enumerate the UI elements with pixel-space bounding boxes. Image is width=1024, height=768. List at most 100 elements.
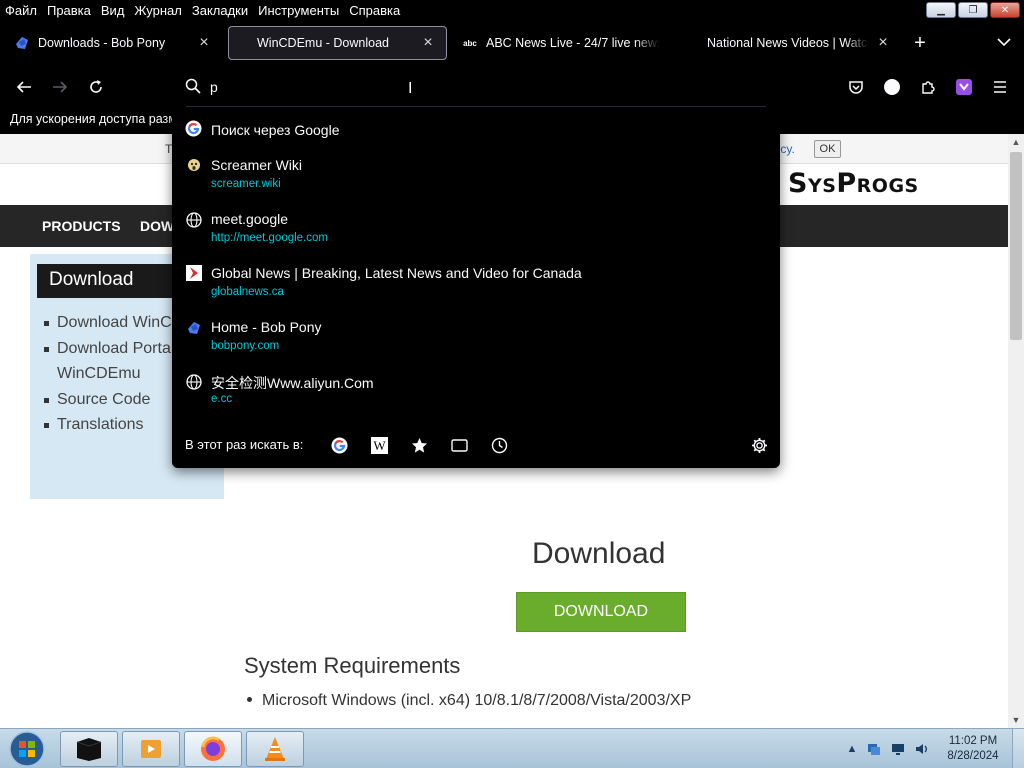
suggestion-row-global-news[interactable]: Global News | Breaking, Latest News and … bbox=[172, 260, 780, 306]
restore-icon: ❐ bbox=[968, 4, 978, 16]
tab-label: WinCDEmu - Download bbox=[257, 36, 389, 50]
bookmarks-icon[interactable] bbox=[410, 436, 428, 454]
suggestion-row-bob-pony[interactable]: Home - Bob Pony bobpony.com bbox=[172, 314, 780, 360]
window-controls: ▁ ❐ ✕ bbox=[926, 2, 1020, 18]
system-clock[interactable]: 11:02 PM 8/28/2024 bbox=[944, 734, 1002, 764]
taskbar-app-vlc[interactable] bbox=[246, 731, 304, 767]
menu-tools[interactable]: Инструменты bbox=[253, 3, 344, 18]
scrollbar-thumb[interactable] bbox=[1010, 152, 1022, 340]
suggestion-title: Global News | Breaking, Latest News and … bbox=[211, 265, 582, 281]
suggestion-title: meet.google bbox=[211, 211, 289, 227]
close-tab-icon[interactable]: × bbox=[875, 34, 891, 52]
download-heading: Download bbox=[532, 537, 666, 570]
bullet bbox=[247, 696, 252, 702]
google-icon[interactable] bbox=[330, 436, 348, 454]
system-requirements-heading: System Requirements bbox=[244, 653, 461, 678]
svg-text:W: W bbox=[373, 438, 386, 453]
tab-wincdemu-download[interactable]: WinCDEmu - Download × bbox=[228, 26, 447, 60]
url-suggestions-dropdown: Поиск через Google Screamer Wiki screame… bbox=[172, 104, 780, 468]
scroll-up-arrow-icon[interactable]: ▲ bbox=[1008, 134, 1024, 150]
pocket-button[interactable] bbox=[842, 74, 870, 100]
suggestion-url: http://meet.google.com bbox=[211, 232, 328, 244]
clock-date: 8/28/2024 bbox=[947, 750, 999, 762]
nav-downloads[interactable]: DOW bbox=[140, 218, 174, 234]
system-requirements-item: Microsoft Windows (incl. x64) 10/8.1/8/7… bbox=[244, 692, 691, 710]
suggestion-title: 安全检测Www.aliyun.Com bbox=[211, 375, 374, 391]
app-menu-button[interactable] bbox=[986, 74, 1014, 100]
taskbar: ▲ 11:02 PM 8/28/2024 bbox=[0, 728, 1024, 768]
taskbar-app-firefox[interactable] bbox=[184, 731, 242, 767]
firefox-icon bbox=[201, 736, 225, 761]
menu-help[interactable]: Справка bbox=[344, 3, 405, 18]
suggestion-row-meet-google[interactable]: meet.google http://meet.google.com bbox=[172, 206, 780, 252]
extension-shield-button[interactable] bbox=[950, 74, 978, 100]
reload-button[interactable] bbox=[82, 74, 110, 100]
suggestion-url: globalnews.ca bbox=[211, 286, 284, 298]
suggestion-row-aliyun[interactable]: 安全检测Www.aliyun.Com e.cc bbox=[172, 368, 780, 414]
minimize-button[interactable]: ▁ bbox=[926, 2, 956, 18]
system-tray: ▲ bbox=[844, 729, 944, 768]
tab-downloads-bobpony[interactable]: Downloads - Bob Pony × bbox=[4, 26, 222, 60]
taskbar-app-terminal[interactable] bbox=[60, 731, 118, 767]
tab-abc-news[interactable]: abc ABC News Live - 24/7 live news bbox=[452, 26, 670, 60]
menu-bookmarks[interactable]: Закладки bbox=[187, 3, 253, 18]
account-button[interactable] bbox=[878, 74, 906, 100]
tray-expand-icon[interactable]: ▲ bbox=[844, 741, 860, 757]
shield-icon bbox=[956, 79, 972, 95]
sysprogs-logo[interactable]: SysProgs bbox=[788, 168, 919, 199]
monitor-icon[interactable] bbox=[890, 741, 906, 757]
back-button[interactable] bbox=[10, 74, 38, 100]
sysreq-text: Microsoft Windows (incl. x64) 10/8.1/8/7… bbox=[262, 692, 692, 709]
tab-label: National News Videos | Watch N bbox=[707, 36, 869, 50]
settings-gear-icon[interactable] bbox=[750, 436, 768, 454]
terminal-icon bbox=[76, 738, 102, 761]
suggestion-row-search-google[interactable]: Поиск через Google bbox=[172, 114, 780, 144]
menu-view[interactable]: Вид bbox=[96, 3, 130, 18]
wikipedia-icon[interactable]: W bbox=[370, 436, 388, 454]
url-bar[interactable] bbox=[172, 70, 780, 104]
tab-label: ABC News Live - 24/7 live news bbox=[486, 36, 660, 50]
show-desktop-button[interactable] bbox=[1012, 729, 1024, 768]
notification-text: Для ускорения доступа разме bbox=[10, 112, 184, 126]
suggestion-title: Screamer Wiki bbox=[211, 157, 303, 173]
globe-icon bbox=[185, 211, 202, 228]
reload-icon bbox=[90, 80, 102, 93]
suggestion-title: Home - Bob Pony bbox=[211, 319, 322, 335]
search-icon bbox=[185, 78, 201, 94]
scroll-down-arrow-icon[interactable]: ▼ bbox=[1008, 712, 1024, 728]
extensions-button[interactable] bbox=[914, 74, 942, 100]
close-tab-icon[interactable]: × bbox=[420, 34, 436, 52]
restore-button[interactable]: ❐ bbox=[958, 2, 988, 18]
new-tab-button[interactable]: + bbox=[909, 30, 931, 56]
network-icon[interactable] bbox=[866, 741, 882, 757]
chevron-down-icon bbox=[997, 38, 1011, 47]
cookie-ok-button[interactable]: OK bbox=[814, 140, 841, 158]
page-scrollbar[interactable]: ▲ ▼ bbox=[1008, 134, 1024, 728]
download-button[interactable]: DOWNLOAD bbox=[516, 592, 686, 632]
history-icon[interactable] bbox=[490, 436, 508, 454]
taskbar-app-media[interactable] bbox=[122, 731, 180, 767]
hamburger-menu-icon bbox=[994, 81, 1006, 93]
bobpony-icon bbox=[185, 319, 202, 336]
forward-button[interactable] bbox=[46, 74, 74, 100]
account-icon bbox=[884, 79, 900, 95]
tabs-icon[interactable] bbox=[450, 436, 468, 454]
url-input[interactable] bbox=[210, 76, 750, 98]
menu-history[interactable]: Журнал bbox=[129, 3, 186, 18]
menu-edit[interactable]: Правка bbox=[42, 3, 96, 18]
nav-products[interactable]: PRODUCTS bbox=[42, 218, 121, 234]
globe-icon bbox=[185, 373, 202, 390]
volume-icon[interactable] bbox=[914, 741, 930, 757]
list-all-tabs-button[interactable] bbox=[992, 30, 1016, 56]
close-window-button[interactable]: ✕ bbox=[990, 2, 1020, 18]
one-off-search-bar: В этот раз искать в: W bbox=[172, 424, 780, 464]
close-tab-icon[interactable]: × bbox=[196, 34, 212, 52]
tab-national-news[interactable]: National News Videos | Watch N × bbox=[697, 26, 901, 60]
start-button[interactable] bbox=[4, 730, 50, 768]
windows-logo-icon bbox=[9, 731, 45, 767]
text-cursor-icon: I bbox=[408, 80, 413, 97]
tab-label: Downloads - Bob Pony bbox=[38, 36, 166, 50]
menu-file[interactable]: Файл bbox=[0, 3, 42, 18]
pocket-icon bbox=[849, 81, 863, 94]
suggestion-row-screamer-wiki[interactable]: Screamer Wiki screamer.wiki bbox=[172, 152, 780, 198]
